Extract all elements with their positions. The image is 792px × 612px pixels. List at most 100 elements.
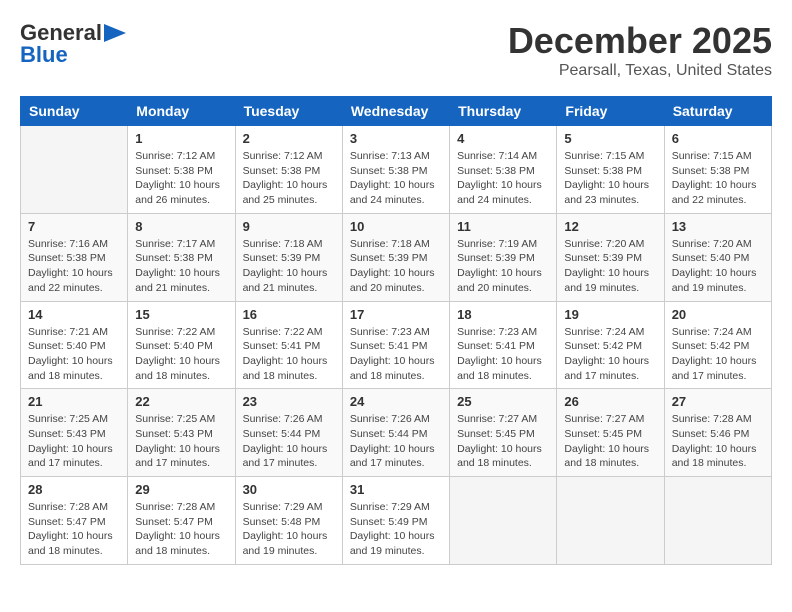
calendar-week-1: 1 Sunrise: 7:12 AMSunset: 5:38 PMDaylight… — [21, 126, 772, 214]
day-number: 4 — [457, 131, 549, 146]
calendar-header-monday: Monday — [128, 97, 235, 126]
calendar-cell — [21, 126, 128, 214]
calendar-cell: 23 Sunrise: 7:26 AMSunset: 5:44 PMDayligh… — [235, 389, 342, 477]
calendar-cell: 28 Sunrise: 7:28 AMSunset: 5:47 PMDayligh… — [21, 477, 128, 565]
day-number: 14 — [28, 307, 120, 322]
title-block: December 2025 Pearsall, Texas, United St… — [508, 20, 772, 80]
calendar-cell: 14 Sunrise: 7:21 AMSunset: 5:40 PMDayligh… — [21, 301, 128, 389]
day-info: Sunrise: 7:24 AMSunset: 5:42 PMDaylight:… — [672, 325, 764, 384]
logo-arrow-icon — [104, 24, 126, 42]
day-info: Sunrise: 7:16 AMSunset: 5:38 PMDaylight:… — [28, 237, 120, 296]
day-number: 7 — [28, 219, 120, 234]
calendar-header-friday: Friday — [557, 97, 664, 126]
day-number: 1 — [135, 131, 227, 146]
calendar-cell — [557, 477, 664, 565]
calendar-table: SundayMondayTuesdayWednesdayThursdayFrid… — [20, 96, 772, 565]
day-info: Sunrise: 7:22 AMSunset: 5:40 PMDaylight:… — [135, 325, 227, 384]
day-number: 30 — [243, 482, 335, 497]
day-info: Sunrise: 7:29 AMSunset: 5:48 PMDaylight:… — [243, 500, 335, 559]
calendar-cell — [450, 477, 557, 565]
page-subtitle: Pearsall, Texas, United States — [508, 62, 772, 80]
day-info: Sunrise: 7:13 AMSunset: 5:38 PMDaylight:… — [350, 149, 442, 208]
day-number: 24 — [350, 394, 442, 409]
calendar-cell: 27 Sunrise: 7:28 AMSunset: 5:46 PMDayligh… — [664, 389, 771, 477]
day-info: Sunrise: 7:28 AMSunset: 5:47 PMDaylight:… — [28, 500, 120, 559]
calendar-cell: 10 Sunrise: 7:18 AMSunset: 5:39 PMDayligh… — [342, 213, 449, 301]
calendar-week-3: 14 Sunrise: 7:21 AMSunset: 5:40 PMDayligh… — [21, 301, 772, 389]
day-info: Sunrise: 7:24 AMSunset: 5:42 PMDaylight:… — [564, 325, 656, 384]
calendar-cell: 4 Sunrise: 7:14 AMSunset: 5:38 PMDaylight… — [450, 126, 557, 214]
calendar-week-2: 7 Sunrise: 7:16 AMSunset: 5:38 PMDaylight… — [21, 213, 772, 301]
day-number: 25 — [457, 394, 549, 409]
calendar-cell — [664, 477, 771, 565]
day-info: Sunrise: 7:14 AMSunset: 5:38 PMDaylight:… — [457, 149, 549, 208]
calendar-cell: 8 Sunrise: 7:17 AMSunset: 5:38 PMDaylight… — [128, 213, 235, 301]
calendar-cell: 17Sunrise: 7:23 AMSunset: 5:41 PMDayligh… — [342, 301, 449, 389]
day-info: Sunrise: 7:22 AMSunset: 5:41 PMDaylight:… — [243, 325, 335, 384]
calendar-cell: 5Sunrise: 7:15 AMSunset: 5:38 PMDaylight… — [557, 126, 664, 214]
calendar-cell: 29Sunrise: 7:28 AMSunset: 5:47 PMDayligh… — [128, 477, 235, 565]
day-info: Sunrise: 7:21 AMSunset: 5:40 PMDaylight:… — [28, 325, 120, 384]
calendar-cell: 25 Sunrise: 7:27 AMSunset: 5:45 PMDayligh… — [450, 389, 557, 477]
page-title: December 2025 — [508, 20, 772, 62]
day-info: Sunrise: 7:23 AMSunset: 5:41 PMDaylight:… — [457, 325, 549, 384]
calendar-cell: 7 Sunrise: 7:16 AMSunset: 5:38 PMDaylight… — [21, 213, 128, 301]
day-number: 29 — [135, 482, 227, 497]
day-number: 6 — [672, 131, 764, 146]
day-number: 27 — [672, 394, 764, 409]
calendar-header-thursday: Thursday — [450, 97, 557, 126]
day-info: Sunrise: 7:17 AMSunset: 5:38 PMDaylight:… — [135, 237, 227, 296]
day-info: Sunrise: 7:12 AMSunset: 5:38 PMDaylight:… — [135, 149, 227, 208]
day-number: 11 — [457, 219, 549, 234]
day-number: 2 — [243, 131, 335, 146]
day-info: Sunrise: 7:25 AMSunset: 5:43 PMDaylight:… — [28, 412, 120, 471]
day-info: Sunrise: 7:23 AMSunset: 5:41 PMDaylight:… — [350, 325, 442, 384]
calendar-cell: 20Sunrise: 7:24 AMSunset: 5:42 PMDayligh… — [664, 301, 771, 389]
day-number: 23 — [243, 394, 335, 409]
calendar-cell: 12 Sunrise: 7:20 AMSunset: 5:39 PMDayligh… — [557, 213, 664, 301]
day-number: 26 — [564, 394, 656, 409]
calendar-cell: 21 Sunrise: 7:25 AMSunset: 5:43 PMDayligh… — [21, 389, 128, 477]
calendar-cell: 18 Sunrise: 7:23 AMSunset: 5:41 PMDayligh… — [450, 301, 557, 389]
day-number: 13 — [672, 219, 764, 234]
calendar-cell: 9 Sunrise: 7:18 AMSunset: 5:39 PMDaylight… — [235, 213, 342, 301]
day-info: Sunrise: 7:20 AMSunset: 5:39 PMDaylight:… — [564, 237, 656, 296]
day-number: 3 — [350, 131, 442, 146]
calendar-cell: 26Sunrise: 7:27 AMSunset: 5:45 PMDayligh… — [557, 389, 664, 477]
calendar-cell: 16Sunrise: 7:22 AMSunset: 5:41 PMDayligh… — [235, 301, 342, 389]
logo: General Blue — [20, 20, 126, 68]
calendar-week-4: 21 Sunrise: 7:25 AMSunset: 5:43 PMDayligh… — [21, 389, 772, 477]
calendar-cell: 19 Sunrise: 7:24 AMSunset: 5:42 PMDayligh… — [557, 301, 664, 389]
day-info: Sunrise: 7:26 AMSunset: 5:44 PMDaylight:… — [350, 412, 442, 471]
calendar-header-row: SundayMondayTuesdayWednesdayThursdayFrid… — [21, 97, 772, 126]
page-header: General Blue December 2025 Pearsall, Tex… — [20, 20, 772, 80]
day-info: Sunrise: 7:12 AMSunset: 5:38 PMDaylight:… — [243, 149, 335, 208]
calendar-header-saturday: Saturday — [664, 97, 771, 126]
day-number: 12 — [564, 219, 656, 234]
day-number: 19 — [564, 307, 656, 322]
day-info: Sunrise: 7:29 AMSunset: 5:49 PMDaylight:… — [350, 500, 442, 559]
calendar-header-tuesday: Tuesday — [235, 97, 342, 126]
day-number: 28 — [28, 482, 120, 497]
calendar-cell: 31Sunrise: 7:29 AMSunset: 5:49 PMDayligh… — [342, 477, 449, 565]
day-info: Sunrise: 7:28 AMSunset: 5:46 PMDaylight:… — [672, 412, 764, 471]
day-info: Sunrise: 7:27 AMSunset: 5:45 PMDaylight:… — [457, 412, 549, 471]
calendar-cell: 30 Sunrise: 7:29 AMSunset: 5:48 PMDayligh… — [235, 477, 342, 565]
day-info: Sunrise: 7:26 AMSunset: 5:44 PMDaylight:… — [243, 412, 335, 471]
day-info: Sunrise: 7:18 AMSunset: 5:39 PMDaylight:… — [243, 237, 335, 296]
day-info: Sunrise: 7:15 AMSunset: 5:38 PMDaylight:… — [564, 149, 656, 208]
day-number: 9 — [243, 219, 335, 234]
day-info: Sunrise: 7:20 AMSunset: 5:40 PMDaylight:… — [672, 237, 764, 296]
calendar-cell: 2 Sunrise: 7:12 AMSunset: 5:38 PMDaylight… — [235, 126, 342, 214]
day-number: 21 — [28, 394, 120, 409]
day-info: Sunrise: 7:19 AMSunset: 5:39 PMDaylight:… — [457, 237, 549, 296]
calendar-cell: 13 Sunrise: 7:20 AMSunset: 5:40 PMDayligh… — [664, 213, 771, 301]
day-number: 8 — [135, 219, 227, 234]
day-info: Sunrise: 7:15 AMSunset: 5:38 PMDaylight:… — [672, 149, 764, 208]
day-number: 18 — [457, 307, 549, 322]
day-number: 22 — [135, 394, 227, 409]
calendar-cell: 3 Sunrise: 7:13 AMSunset: 5:38 PMDaylight… — [342, 126, 449, 214]
calendar-cell: 24 Sunrise: 7:26 AMSunset: 5:44 PMDayligh… — [342, 389, 449, 477]
day-info: Sunrise: 7:18 AMSunset: 5:39 PMDaylight:… — [350, 237, 442, 296]
day-number: 10 — [350, 219, 442, 234]
